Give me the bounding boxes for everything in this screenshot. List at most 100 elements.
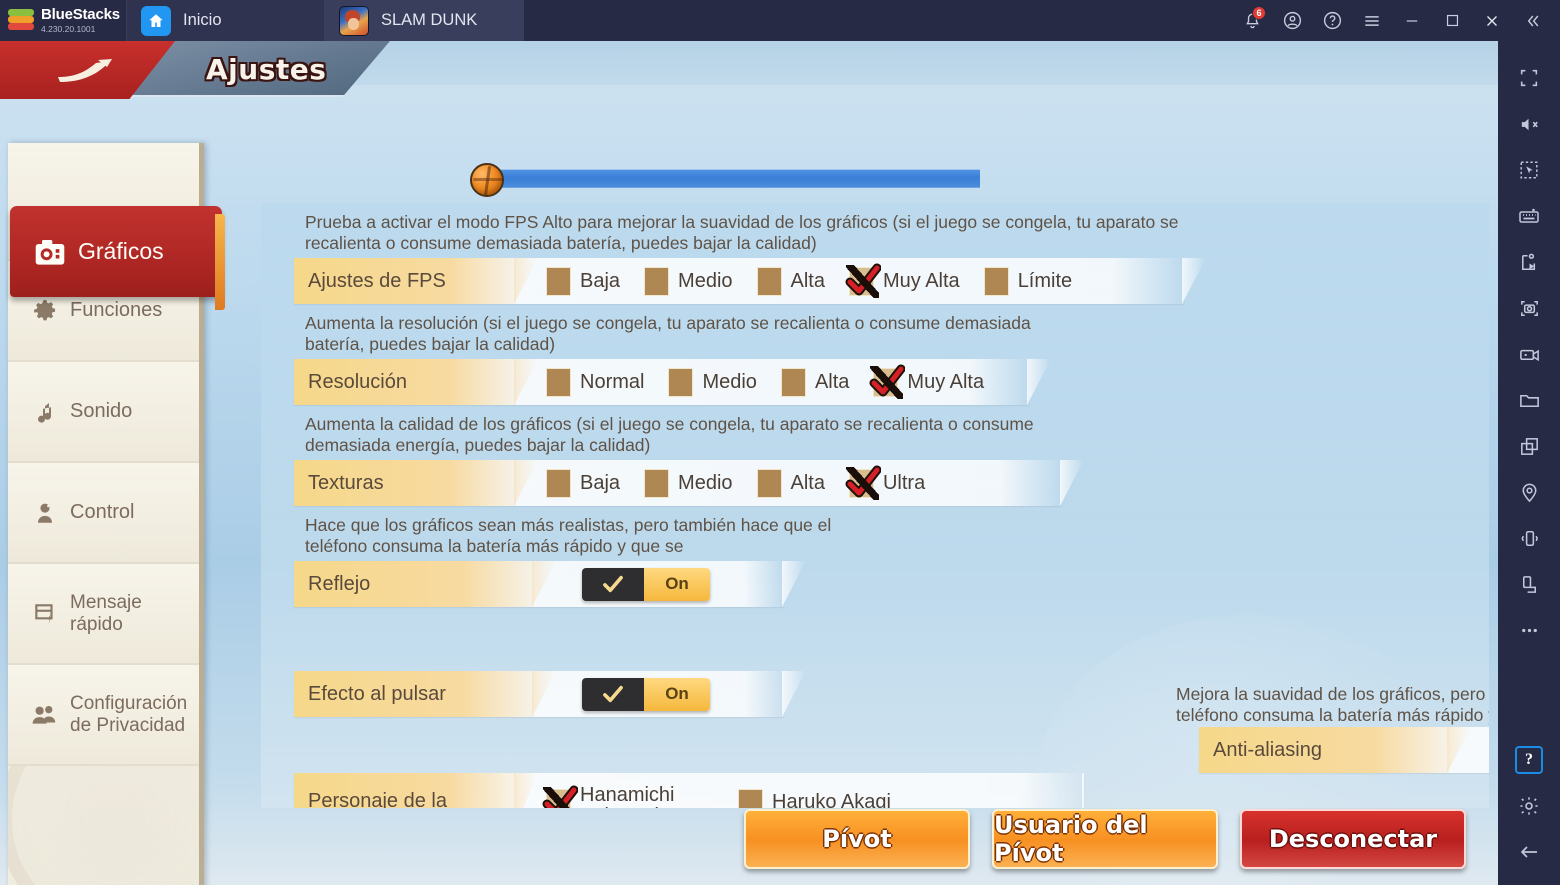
usuario-del-pivot-button[interactable]: Usuario del Pívot bbox=[992, 809, 1218, 869]
folder-icon[interactable] bbox=[1507, 377, 1551, 423]
option-character-haruko[interactable]: Haruko Akagi bbox=[738, 785, 891, 808]
option-resolution-medio[interactable]: Medio bbox=[668, 367, 757, 397]
record-screen-icon[interactable] bbox=[1507, 331, 1551, 377]
option-fps-limite[interactable]: Límite bbox=[983, 266, 1072, 296]
option-label: Ultra bbox=[882, 471, 926, 494]
toggle-state-label: On bbox=[644, 677, 710, 711]
message-bolt-icon bbox=[30, 601, 60, 627]
sidebar-item-privacidad[interactable]: Configuración de Privacidad bbox=[8, 665, 199, 766]
checkbox[interactable] bbox=[738, 789, 763, 808]
bluestacks-logo-icon bbox=[8, 8, 34, 33]
script-play-icon[interactable] bbox=[1507, 239, 1551, 285]
mute-icon[interactable] bbox=[1507, 101, 1551, 147]
sidebar-item-graficos[interactable]: Gráficos bbox=[10, 206, 225, 310]
close-icon[interactable] bbox=[1472, 0, 1512, 41]
option-fps-baja[interactable]: Baja bbox=[546, 266, 621, 296]
setting-label: Anti-aliasing bbox=[1199, 727, 1449, 773]
checkbox-checked[interactable] bbox=[542, 785, 578, 808]
setting-row-textures: Texturas Baja Medio Alta Ultra bbox=[294, 460, 1062, 506]
titlebar-drag-region bbox=[524, 0, 1232, 41]
option-fps-alta[interactable]: Alta bbox=[756, 266, 825, 296]
option-textures-baja[interactable]: Baja bbox=[546, 468, 620, 498]
checkbox-checked[interactable] bbox=[845, 465, 881, 500]
checkbox-checked[interactable] bbox=[845, 263, 881, 298]
sidebar-item-mensaje-rapido[interactable]: Mensaje rápido bbox=[8, 564, 199, 665]
checkbox[interactable] bbox=[668, 367, 694, 397]
rotate-icon[interactable] bbox=[1507, 561, 1551, 607]
sidebar-item-sonido[interactable]: Sonido bbox=[8, 362, 199, 463]
screenshot-icon[interactable] bbox=[1507, 285, 1551, 331]
account-icon[interactable] bbox=[1272, 0, 1312, 41]
back-arrow-icon[interactable] bbox=[1507, 829, 1551, 875]
checkbox[interactable] bbox=[756, 468, 782, 498]
option-textures-ultra[interactable]: Ultra bbox=[845, 465, 926, 500]
tab-inicio[interactable]: Inicio bbox=[126, 0, 324, 41]
help-icon[interactable]: ? bbox=[1515, 746, 1543, 774]
camera-icon bbox=[34, 237, 66, 267]
checkbox[interactable] bbox=[644, 468, 670, 498]
setting-label: Texturas bbox=[294, 460, 516, 506]
option-character-hanamichi[interactable]: Hanamichi Sakuragi bbox=[542, 785, 700, 808]
check-icon bbox=[845, 465, 881, 497]
scrollbar-thumb-basketball[interactable] bbox=[470, 163, 504, 197]
tab-label: SLAM DUNK bbox=[381, 11, 478, 29]
keyboard-controls-icon[interactable] bbox=[1507, 193, 1551, 239]
more-icon[interactable] bbox=[1507, 607, 1551, 653]
option-fps-muy-alta[interactable]: Muy Alta bbox=[845, 263, 960, 298]
sidebar-item-control[interactable]: Control bbox=[8, 463, 199, 564]
check-icon bbox=[582, 677, 644, 711]
toggle-press-effect[interactable]: On bbox=[582, 677, 710, 711]
option-label: Baja bbox=[580, 269, 621, 292]
bluestacks-sidebar: ? bbox=[1498, 41, 1560, 885]
option-resolution-alta[interactable]: Alta bbox=[780, 367, 849, 397]
option-label: Medio bbox=[678, 269, 733, 292]
settings-panel: Prueba a activar el modo FPS Alto para m… bbox=[261, 203, 1489, 808]
collapse-sidebar-icon[interactable] bbox=[1512, 0, 1552, 41]
minimize-icon[interactable] bbox=[1392, 0, 1432, 41]
sidebar-item-label: Funciones bbox=[70, 299, 163, 322]
pivot-button[interactable]: Pívot bbox=[744, 809, 970, 869]
help-icon[interactable] bbox=[1312, 0, 1352, 41]
notifications-icon[interactable]: 6 bbox=[1232, 0, 1272, 41]
checkbox[interactable] bbox=[780, 367, 806, 397]
checkbox[interactable] bbox=[546, 266, 571, 296]
fullscreen-icon[interactable] bbox=[1507, 55, 1551, 101]
setting-row-press-effect: Efecto al pulsar On bbox=[294, 671, 784, 717]
checkbox[interactable] bbox=[644, 266, 670, 296]
location-icon[interactable] bbox=[1507, 469, 1551, 515]
game-viewport: Ajustes Funciones Sonido Control Mensaje… bbox=[0, 41, 1498, 885]
maximize-icon[interactable] bbox=[1432, 0, 1472, 41]
shake-icon[interactable] bbox=[1507, 515, 1551, 561]
tab-label: Inicio bbox=[183, 11, 222, 29]
multi-select-icon[interactable] bbox=[1507, 147, 1551, 193]
checkbox[interactable] bbox=[546, 468, 571, 498]
checkbox[interactable] bbox=[756, 266, 782, 296]
check-icon bbox=[542, 785, 578, 808]
menu-icon[interactable] bbox=[1352, 0, 1392, 41]
multi-instance-icon[interactable] bbox=[1507, 423, 1551, 469]
scrollbar-track[interactable] bbox=[488, 169, 980, 188]
desconectar-button[interactable]: Desconectar bbox=[1240, 809, 1466, 869]
sidebar-item-label: Control bbox=[70, 501, 135, 524]
checkbox-checked[interactable] bbox=[869, 364, 906, 399]
option-resolution-muy-alta[interactable]: Muy Alta bbox=[869, 364, 984, 399]
option-resolution-normal[interactable]: Normal bbox=[546, 367, 644, 397]
titlebar-actions: 6 bbox=[1232, 0, 1560, 41]
checkbox[interactable] bbox=[983, 266, 1009, 296]
settings-gear-icon[interactable] bbox=[1507, 783, 1551, 829]
option-textures-alta[interactable]: Alta bbox=[756, 468, 825, 498]
option-label: Muy Alta bbox=[882, 269, 960, 292]
option-textures-medio[interactable]: Medio bbox=[644, 468, 733, 498]
setting-label: Resolución bbox=[294, 359, 516, 405]
setting-label: Reflejo bbox=[294, 561, 534, 607]
toggle-state-label: On bbox=[644, 567, 710, 601]
check-icon bbox=[869, 364, 906, 396]
checkbox[interactable] bbox=[546, 367, 571, 397]
resolution-hint: Aumenta la resolución (si el juego se co… bbox=[305, 313, 1031, 354]
option-fps-medio[interactable]: Medio bbox=[644, 266, 733, 296]
sidebar-item-label: Sonido bbox=[70, 400, 133, 423]
fps-hint: Prueba a activar el modo FPS Alto para m… bbox=[305, 212, 1179, 253]
tab-slam-dunk[interactable]: SLAM DUNK bbox=[324, 0, 524, 41]
toggle-reflection[interactable]: On bbox=[582, 567, 710, 601]
settings-scrollbar[interactable] bbox=[470, 163, 980, 197]
